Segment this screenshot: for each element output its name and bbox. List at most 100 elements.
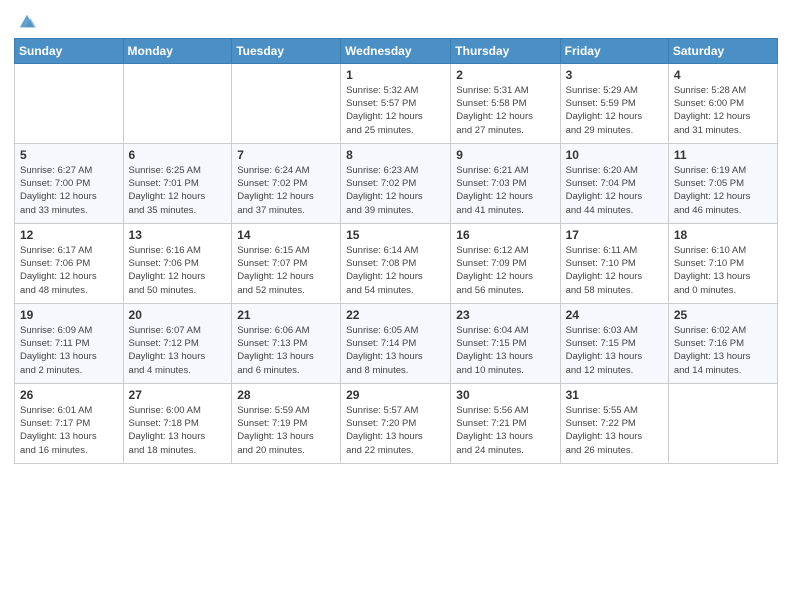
- day-info: Sunrise: 6:25 AM Sunset: 7:01 PM Dayligh…: [129, 164, 227, 217]
- day-info: Sunrise: 5:59 AM Sunset: 7:19 PM Dayligh…: [237, 404, 335, 457]
- day-number: 26: [20, 388, 118, 402]
- calendar-cell: [232, 63, 341, 143]
- day-number: 28: [237, 388, 335, 402]
- calendar-cell: 27 Sunrise: 6:00 AM Sunset: 7:18 PM Dayli…: [123, 383, 232, 463]
- day-number: 5: [20, 148, 118, 162]
- logo: [14, 14, 38, 32]
- calendar-cell: 12 Sunrise: 6:17 AM Sunset: 7:06 PM Dayli…: [15, 223, 124, 303]
- calendar-cell: 25 Sunrise: 6:02 AM Sunset: 7:16 PM Dayli…: [668, 303, 777, 383]
- calendar-cell: 6 Sunrise: 6:25 AM Sunset: 7:01 PM Daylig…: [123, 143, 232, 223]
- calendar-week-5: 26 Sunrise: 6:01 AM Sunset: 7:17 PM Dayli…: [15, 383, 778, 463]
- day-header-wednesday: Wednesday: [341, 38, 451, 63]
- day-number: 8: [346, 148, 445, 162]
- day-header-monday: Monday: [123, 38, 232, 63]
- day-info: Sunrise: 6:14 AM Sunset: 7:08 PM Dayligh…: [346, 244, 445, 297]
- day-number: 6: [129, 148, 227, 162]
- day-info: Sunrise: 6:10 AM Sunset: 7:10 PM Dayligh…: [674, 244, 772, 297]
- day-header-thursday: Thursday: [451, 38, 560, 63]
- page: SundayMondayTuesdayWednesdayThursdayFrid…: [0, 0, 792, 612]
- day-number: 16: [456, 228, 554, 242]
- day-number: 12: [20, 228, 118, 242]
- calendar-table: SundayMondayTuesdayWednesdayThursdayFrid…: [14, 38, 778, 464]
- day-number: 27: [129, 388, 227, 402]
- day-number: 4: [674, 68, 772, 82]
- day-number: 9: [456, 148, 554, 162]
- calendar-cell: 13 Sunrise: 6:16 AM Sunset: 7:06 PM Dayli…: [123, 223, 232, 303]
- calendar-cell: 1 Sunrise: 5:32 AM Sunset: 5:57 PM Daylig…: [341, 63, 451, 143]
- day-number: 18: [674, 228, 772, 242]
- day-number: 13: [129, 228, 227, 242]
- day-number: 7: [237, 148, 335, 162]
- calendar-week-3: 12 Sunrise: 6:17 AM Sunset: 7:06 PM Dayli…: [15, 223, 778, 303]
- header: [14, 10, 778, 32]
- day-info: Sunrise: 6:24 AM Sunset: 7:02 PM Dayligh…: [237, 164, 335, 217]
- day-number: 24: [566, 308, 663, 322]
- day-number: 19: [20, 308, 118, 322]
- calendar-week-1: 1 Sunrise: 5:32 AM Sunset: 5:57 PM Daylig…: [15, 63, 778, 143]
- day-info: Sunrise: 6:02 AM Sunset: 7:16 PM Dayligh…: [674, 324, 772, 377]
- day-number: 11: [674, 148, 772, 162]
- day-header-sunday: Sunday: [15, 38, 124, 63]
- day-info: Sunrise: 6:27 AM Sunset: 7:00 PM Dayligh…: [20, 164, 118, 217]
- calendar-cell: [15, 63, 124, 143]
- day-number: 15: [346, 228, 445, 242]
- day-info: Sunrise: 6:16 AM Sunset: 7:06 PM Dayligh…: [129, 244, 227, 297]
- day-info: Sunrise: 6:15 AM Sunset: 7:07 PM Dayligh…: [237, 244, 335, 297]
- day-number: 29: [346, 388, 445, 402]
- day-header-saturday: Saturday: [668, 38, 777, 63]
- day-info: Sunrise: 6:01 AM Sunset: 7:17 PM Dayligh…: [20, 404, 118, 457]
- calendar-cell: 24 Sunrise: 6:03 AM Sunset: 7:15 PM Dayli…: [560, 303, 668, 383]
- day-number: 17: [566, 228, 663, 242]
- day-info: Sunrise: 6:21 AM Sunset: 7:03 PM Dayligh…: [456, 164, 554, 217]
- day-info: Sunrise: 6:09 AM Sunset: 7:11 PM Dayligh…: [20, 324, 118, 377]
- calendar-cell: 26 Sunrise: 6:01 AM Sunset: 7:17 PM Dayli…: [15, 383, 124, 463]
- day-info: Sunrise: 6:17 AM Sunset: 7:06 PM Dayligh…: [20, 244, 118, 297]
- calendar-cell: 21 Sunrise: 6:06 AM Sunset: 7:13 PM Dayli…: [232, 303, 341, 383]
- day-info: Sunrise: 6:05 AM Sunset: 7:14 PM Dayligh…: [346, 324, 445, 377]
- day-info: Sunrise: 6:03 AM Sunset: 7:15 PM Dayligh…: [566, 324, 663, 377]
- day-number: 20: [129, 308, 227, 322]
- day-info: Sunrise: 6:12 AM Sunset: 7:09 PM Dayligh…: [456, 244, 554, 297]
- day-number: 30: [456, 388, 554, 402]
- day-info: Sunrise: 6:20 AM Sunset: 7:04 PM Dayligh…: [566, 164, 663, 217]
- day-number: 21: [237, 308, 335, 322]
- logo-text: [14, 14, 38, 32]
- day-number: 14: [237, 228, 335, 242]
- calendar-cell: 5 Sunrise: 6:27 AM Sunset: 7:00 PM Daylig…: [15, 143, 124, 223]
- day-info: Sunrise: 6:06 AM Sunset: 7:13 PM Dayligh…: [237, 324, 335, 377]
- calendar-cell: 3 Sunrise: 5:29 AM Sunset: 5:59 PM Daylig…: [560, 63, 668, 143]
- calendar-cell: 15 Sunrise: 6:14 AM Sunset: 7:08 PM Dayli…: [341, 223, 451, 303]
- calendar-cell: 19 Sunrise: 6:09 AM Sunset: 7:11 PM Dayli…: [15, 303, 124, 383]
- calendar-cell: 11Sunrise: 6:19 AM Sunset: 7:05 PM Dayli…: [668, 143, 777, 223]
- calendar-cell: 2Sunrise: 5:31 AM Sunset: 5:58 PM Daylig…: [451, 63, 560, 143]
- day-info: Sunrise: 5:28 AM Sunset: 6:00 PM Dayligh…: [674, 84, 772, 137]
- day-info: Sunrise: 5:29 AM Sunset: 5:59 PM Dayligh…: [566, 84, 663, 137]
- logo-icon: [16, 13, 38, 31]
- day-number: 3: [566, 68, 663, 82]
- calendar-cell: 18 Sunrise: 6:10 AM Sunset: 7:10 PM Dayli…: [668, 223, 777, 303]
- calendar-cell: [668, 383, 777, 463]
- day-info: Sunrise: 6:07 AM Sunset: 7:12 PM Dayligh…: [129, 324, 227, 377]
- day-number: 25: [674, 308, 772, 322]
- day-number: 22: [346, 308, 445, 322]
- day-header-friday: Friday: [560, 38, 668, 63]
- day-number: 23: [456, 308, 554, 322]
- calendar-cell: [123, 63, 232, 143]
- calendar-cell: 9 Sunrise: 6:21 AM Sunset: 7:03 PM Daylig…: [451, 143, 560, 223]
- calendar-cell: 10 Sunrise: 6:20 AM Sunset: 7:04 PM Dayli…: [560, 143, 668, 223]
- day-info: Sunrise: 6:00 AM Sunset: 7:18 PM Dayligh…: [129, 404, 227, 457]
- day-number: 31: [566, 388, 663, 402]
- day-number: 10: [566, 148, 663, 162]
- day-info: Sunrise: 5:56 AM Sunset: 7:21 PM Dayligh…: [456, 404, 554, 457]
- calendar-cell: 16 Sunrise: 6:12 AM Sunset: 7:09 PM Dayli…: [451, 223, 560, 303]
- calendar-cell: 30 Sunrise: 5:56 AM Sunset: 7:21 PM Dayli…: [451, 383, 560, 463]
- calendar-cell: 17 Sunrise: 6:11 AM Sunset: 7:10 PM Dayli…: [560, 223, 668, 303]
- calendar-week-4: 19 Sunrise: 6:09 AM Sunset: 7:11 PM Dayli…: [15, 303, 778, 383]
- day-info: Sunrise: 6:04 AM Sunset: 7:15 PM Dayligh…: [456, 324, 554, 377]
- calendar-cell: 20 Sunrise: 6:07 AM Sunset: 7:12 PM Dayli…: [123, 303, 232, 383]
- day-number: 1: [346, 68, 445, 82]
- calendar-cell: 8Sunrise: 6:23 AM Sunset: 7:02 PM Daylig…: [341, 143, 451, 223]
- day-info: Sunrise: 6:11 AM Sunset: 7:10 PM Dayligh…: [566, 244, 663, 297]
- day-info: Sunrise: 5:32 AM Sunset: 5:57 PM Dayligh…: [346, 84, 445, 137]
- calendar-cell: 4 Sunrise: 5:28 AM Sunset: 6:00 PM Daylig…: [668, 63, 777, 143]
